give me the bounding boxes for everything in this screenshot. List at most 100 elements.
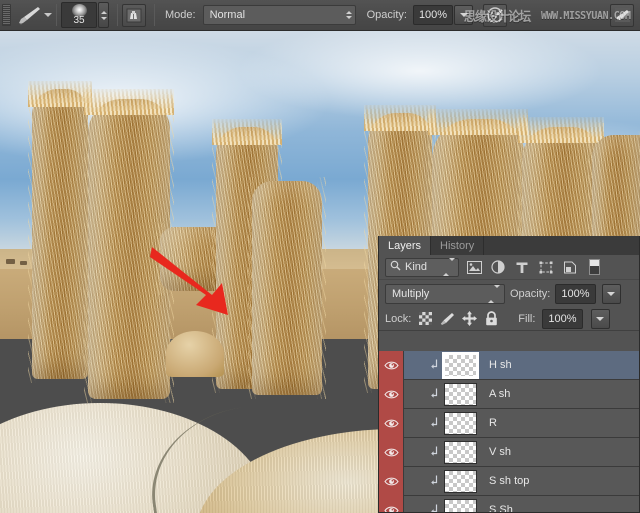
brush-size-value: 35 <box>73 15 85 26</box>
options-bar-grip[interactable] <box>2 4 11 26</box>
layer-name-label[interactable]: R <box>489 417 497 429</box>
chevron-down-icon <box>459 13 468 17</box>
tool-options-bar: 35 Mode: Normal Opacity: 100% <box>0 0 640 31</box>
straw-fringe-7 <box>518 117 604 143</box>
clipping-mask-icon <box>426 359 442 372</box>
stepper-down-icon <box>100 16 107 20</box>
filter-kind-value: Kind <box>405 261 428 273</box>
layer-opacity-input[interactable]: 100% <box>555 283 596 304</box>
filter-pixel-layers-icon[interactable] <box>465 258 483 277</box>
clipping-mask-icon <box>426 388 442 401</box>
opacity-dropdown-button[interactable] <box>454 5 474 25</box>
layers-panel: Layers History Kind Multiply Opacity: 10… <box>378 236 640 513</box>
brush-preset-chevron-down-icon[interactable] <box>44 13 52 17</box>
letter-stroke-4 <box>252 181 322 395</box>
layer-opacity-label: Opacity: <box>510 287 551 300</box>
stepper-up-icon <box>100 10 107 14</box>
tablet-pressure-icon[interactable] <box>610 3 634 27</box>
stepper-updown-icon <box>488 284 500 303</box>
stepper-updown-icon <box>345 11 352 19</box>
photoshop-window: 35 Mode: Normal Opacity: 100% 思缘设计论坛 WWW… <box>0 0 640 513</box>
eye-icon <box>383 419 399 427</box>
opacity-input[interactable]: 100% <box>412 5 454 25</box>
lock-image-pixels-icon[interactable] <box>440 311 455 327</box>
lock-position-icon[interactable] <box>462 311 478 327</box>
divider <box>117 4 118 26</box>
straw-fringe-1 <box>28 81 92 107</box>
letter-stroke-1 <box>32 89 88 379</box>
eye-icon <box>383 506 399 512</box>
layer-visibility-toggle[interactable] <box>379 437 404 467</box>
layer-visibility-toggle[interactable] <box>379 466 404 496</box>
eye-icon <box>383 477 399 485</box>
blend-mode-dropdown[interactable]: Normal <box>202 5 356 25</box>
brush-size-stepper[interactable] <box>98 2 109 28</box>
brush-tool-icon[interactable] <box>14 4 44 27</box>
stepper-updown-icon <box>443 258 455 276</box>
filter-kind-dropdown[interactable]: Kind <box>385 257 459 277</box>
straw-fringe-3 <box>212 119 282 145</box>
layer-thumbnail[interactable] <box>444 469 477 493</box>
tab-history-label: History <box>440 239 475 252</box>
layer-blend-mode-value: Multiply <box>392 287 430 300</box>
layer-visibility-toggle[interactable] <box>379 408 404 438</box>
clipping-mask-icon <box>426 475 442 488</box>
layer-blend-row: Multiply Opacity: 100% <box>379 280 639 307</box>
clipping-mask-icon <box>426 446 442 459</box>
table-row[interactable]: A sh <box>379 379 639 409</box>
eye-icon <box>383 361 399 369</box>
table-row[interactable]: S Sh <box>379 495 639 512</box>
distant-round-bale <box>166 331 224 377</box>
divider <box>154 4 155 26</box>
layer-name-label[interactable]: V sh <box>489 446 511 458</box>
layer-visibility-toggle[interactable] <box>379 350 404 380</box>
divider <box>56 4 57 26</box>
clipping-mask-icon <box>426 417 442 430</box>
layer-opacity-value: 100% <box>561 287 590 300</box>
filter-adjustment-layers-icon[interactable] <box>489 258 507 277</box>
tab-layers[interactable]: Layers <box>379 236 432 255</box>
chevron-down-icon <box>607 291 615 296</box>
mode-label: Mode: <box>165 9 196 21</box>
layer-opacity-dropdown-button[interactable] <box>601 283 621 304</box>
layer-name-label[interactable]: H sh <box>489 359 512 371</box>
layer-thumbnail[interactable] <box>444 411 477 435</box>
layer-list[interactable]: H sh A sh R V sh S sh top S Sh <box>379 350 639 512</box>
filter-type-layers-icon[interactable] <box>513 258 531 277</box>
layer-thumbnail[interactable] <box>444 382 477 406</box>
tab-history[interactable]: History <box>431 236 485 255</box>
chevron-down-icon <box>596 316 605 321</box>
lock-label: Lock: <box>385 312 412 325</box>
blend-mode-value: Normal <box>209 9 246 21</box>
table-row[interactable]: R <box>379 408 639 438</box>
table-row[interactable]: H sh <box>379 350 639 380</box>
layer-lock-row: Lock: Fill: 100% <box>379 307 639 331</box>
lock-transparent-pixels-icon[interactable] <box>418 311 433 327</box>
fill-dropdown-button[interactable] <box>590 308 610 329</box>
brush-size-field[interactable]: 35 <box>61 2 97 28</box>
layer-thumbnail[interactable] <box>444 440 477 464</box>
table-row[interactable]: S sh top <box>379 466 639 496</box>
layer-thumbnail[interactable] <box>444 498 477 512</box>
layer-name-label[interactable]: S sh top <box>489 475 529 487</box>
lock-all-icon[interactable] <box>484 311 499 327</box>
filter-smart-object-icon[interactable] <box>561 258 579 277</box>
fill-input[interactable]: 100% <box>542 308 583 329</box>
filter-shape-layers-icon[interactable] <box>537 258 555 277</box>
airbrush-icon[interactable] <box>483 3 508 27</box>
fill-label: Fill: <box>518 312 536 325</box>
clipping-mask-icon <box>426 504 442 512</box>
search-icon <box>390 260 401 274</box>
straw-fringe-5 <box>364 105 436 131</box>
layer-visibility-toggle[interactable] <box>379 495 404 512</box>
eye-icon <box>383 390 399 398</box>
layer-blend-mode-dropdown[interactable]: Multiply <box>385 283 505 304</box>
brush-panel-toggle-icon[interactable] <box>122 3 146 27</box>
layer-thumbnail[interactable] <box>442 351 479 379</box>
opacity-label: Opacity: <box>366 9 407 21</box>
filter-toggle-switch-icon[interactable] <box>585 258 603 277</box>
table-row[interactable]: V sh <box>379 437 639 467</box>
layer-name-label[interactable]: S Sh <box>489 504 513 512</box>
layer-name-label[interactable]: A sh <box>489 388 510 400</box>
layer-visibility-toggle[interactable] <box>379 379 404 409</box>
